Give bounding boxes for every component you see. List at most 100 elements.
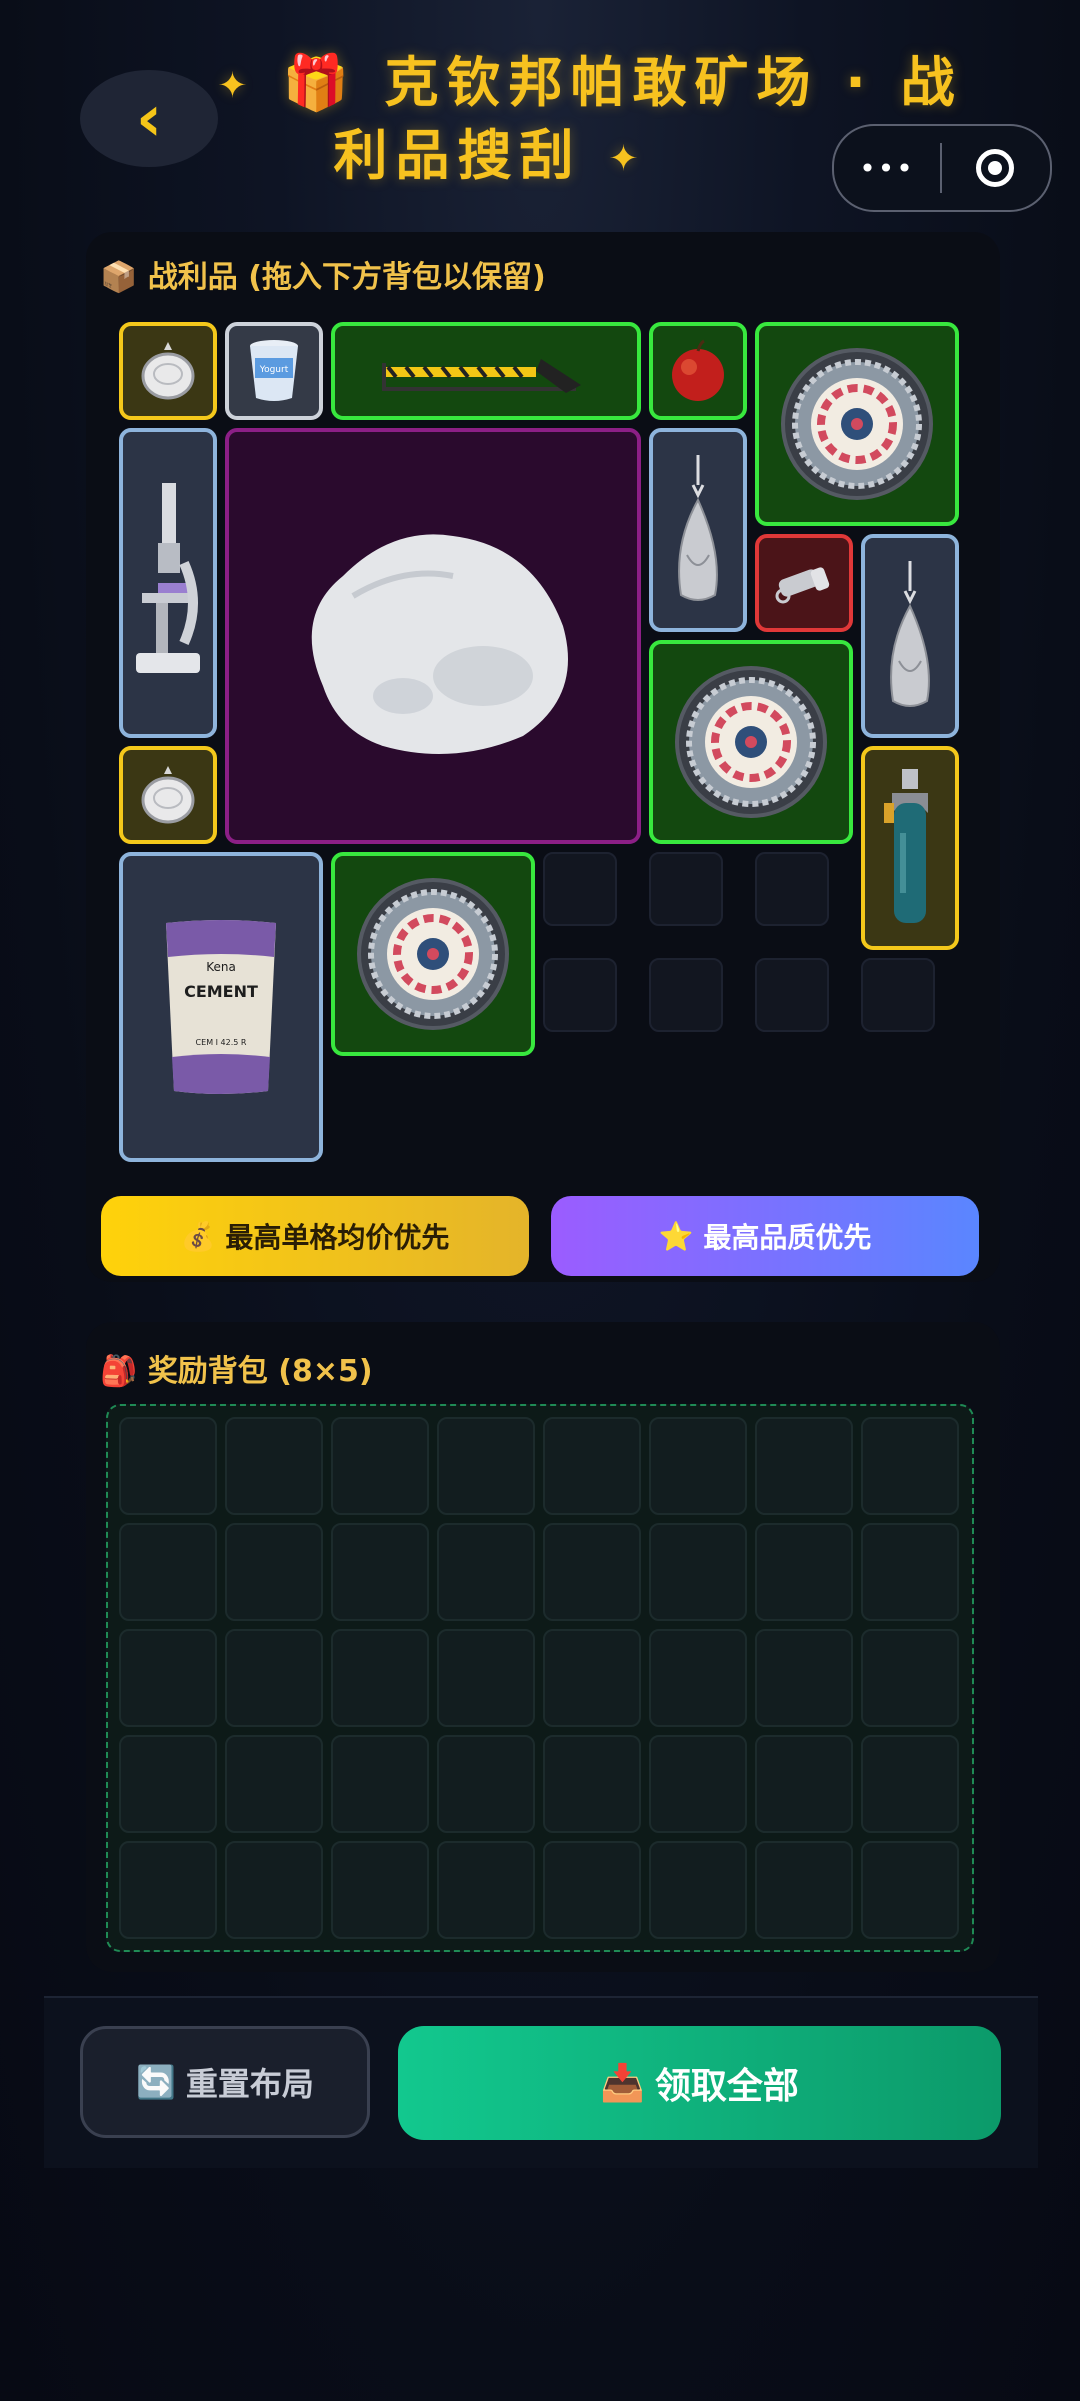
empty-cell[interactable] xyxy=(649,852,723,926)
loot-item-cement-bag[interactable]: Kena CEMENT CEM I 42.5 R xyxy=(119,852,323,1162)
backpack-slot[interactable] xyxy=(861,1735,959,1833)
sort-by-quality-button[interactable]: ⭐ 最高品质优先 xyxy=(551,1196,979,1276)
backpack-slot[interactable] xyxy=(225,1523,323,1621)
close-miniprogram-button[interactable] xyxy=(942,149,1048,187)
reset-layout-button[interactable]: 🔄 重置布局 xyxy=(80,2026,370,2138)
empty-cell[interactable] xyxy=(543,852,617,926)
empty-cell[interactable] xyxy=(649,958,723,1032)
loot-item-gas-cylinder[interactable] xyxy=(861,746,959,950)
package-icon: 📦 xyxy=(100,260,138,295)
backpack-slot[interactable] xyxy=(225,1629,323,1727)
yogurt-cup-icon: Yogurt xyxy=(250,340,298,401)
back-button[interactable]: ‹ xyxy=(80,70,218,167)
loot-item-flashlight[interactable] xyxy=(755,534,853,632)
backpack-slot[interactable] xyxy=(543,1629,641,1727)
hacksaw-icon xyxy=(382,359,581,393)
empty-cell[interactable] xyxy=(755,852,829,926)
backpack-slot[interactable] xyxy=(649,1841,747,1939)
empty-cell[interactable] xyxy=(861,958,935,1032)
loot-title-text: 战利品 (拖入下方背包以保留) xyxy=(147,260,546,295)
cement-label: CEMENT xyxy=(184,982,258,1001)
flashlight-icon xyxy=(775,567,830,604)
backpack-slot[interactable] xyxy=(225,1735,323,1833)
backpack-slot[interactable] xyxy=(331,1735,429,1833)
pocket-watch-icon xyxy=(141,342,195,400)
backpack-slot[interactable] xyxy=(119,1417,217,1515)
empty-cell[interactable] xyxy=(543,958,617,1032)
backpack-slot[interactable] xyxy=(331,1523,429,1621)
more-options-icon[interactable]: ••• xyxy=(834,152,940,185)
backpack-slot[interactable] xyxy=(861,1629,959,1727)
backpack-slot[interactable] xyxy=(543,1735,641,1833)
backpack-slot[interactable] xyxy=(861,1523,959,1621)
backpack-slot[interactable] xyxy=(119,1523,217,1621)
backpack-slot[interactable] xyxy=(437,1841,535,1939)
backpack-drop-zone[interactable] xyxy=(106,1404,974,1952)
money-bag-icon: 💰 xyxy=(180,1219,216,1253)
backpack-slot[interactable] xyxy=(649,1629,747,1727)
backpack-title-text: 奖励背包 (8×5) xyxy=(147,1354,373,1389)
backpack-slot[interactable] xyxy=(861,1417,959,1515)
sparkle-icon: ✦ xyxy=(608,138,647,180)
loot-item-decorated-plate[interactable] xyxy=(649,640,853,844)
loot-item-decorated-plate[interactable] xyxy=(755,322,959,526)
refresh-icon: 🔄 xyxy=(136,2063,176,2101)
apple-icon xyxy=(672,339,724,401)
backpack-title: 🎒 奖励背包 (8×5) xyxy=(100,1346,373,1390)
sparkle-icon: ✦ xyxy=(217,65,256,107)
sort-price-label: 最高单格均价优先 xyxy=(225,1221,450,1254)
backpack-slot[interactable] xyxy=(331,1417,429,1515)
mini-program-capsule: ••• xyxy=(832,124,1052,212)
backpack-slot[interactable] xyxy=(119,1841,217,1939)
backpack-slot[interactable] xyxy=(755,1523,853,1621)
loot-item-white-stone[interactable] xyxy=(225,428,641,844)
backpack-slot[interactable] xyxy=(755,1417,853,1515)
microscope-icon xyxy=(136,483,200,673)
backpack-slot[interactable] xyxy=(649,1417,747,1515)
loot-item-decorated-plate[interactable] xyxy=(331,852,535,1056)
loot-item-apple[interactable] xyxy=(649,322,747,420)
backpack-slot[interactable] xyxy=(543,1523,641,1621)
plate-icon xyxy=(675,666,827,818)
backpack-slot[interactable] xyxy=(543,1417,641,1515)
plate-icon xyxy=(781,348,933,500)
target-icon xyxy=(976,149,1014,187)
claim-label: 领取全部 xyxy=(654,2066,799,2107)
backpack-slot[interactable] xyxy=(543,1841,641,1939)
loot-item-yogurt[interactable]: Yogurt xyxy=(225,322,323,420)
backpack-slot[interactable] xyxy=(755,1735,853,1833)
loot-item-microscope[interactable] xyxy=(119,428,217,738)
empty-cell[interactable] xyxy=(755,958,829,1032)
loot-item-silver-pendant[interactable] xyxy=(861,534,959,738)
sort-quality-label: 最高品质优先 xyxy=(703,1221,872,1254)
backpack-slot[interactable] xyxy=(437,1523,535,1621)
cement-spec: CEM I 42.5 R xyxy=(196,1038,247,1047)
claim-all-button[interactable]: 📥 领取全部 xyxy=(398,2026,1001,2140)
backpack-slot[interactable] xyxy=(649,1523,747,1621)
loot-item-hacksaw[interactable] xyxy=(331,322,641,420)
backpack-slot[interactable] xyxy=(225,1417,323,1515)
pocket-watch-icon xyxy=(141,766,195,824)
backpack-slot[interactable] xyxy=(649,1735,747,1833)
loot-item-pocket-watch[interactable] xyxy=(119,322,217,420)
pendant-icon xyxy=(678,455,718,601)
backpack-slot[interactable] xyxy=(119,1629,217,1727)
backpack-slot[interactable] xyxy=(331,1629,429,1727)
reset-label: 重置布局 xyxy=(185,2065,314,2103)
title-line-1: 克钦邦帕敢矿场 · 战 xyxy=(384,51,963,114)
sort-by-unit-price-button[interactable]: 💰 最高单格均价优先 xyxy=(101,1196,529,1276)
backpack-slot[interactable] xyxy=(331,1841,429,1939)
backpack-slot[interactable] xyxy=(119,1735,217,1833)
backpack-slot[interactable] xyxy=(861,1841,959,1939)
loot-panel-title: 📦 战利品 (拖入下方背包以保留) xyxy=(100,252,546,296)
backpack-slot[interactable] xyxy=(755,1629,853,1727)
backpack-icon: 🎒 xyxy=(100,1354,138,1389)
backpack-slot[interactable] xyxy=(225,1841,323,1939)
backpack-slot[interactable] xyxy=(437,1417,535,1515)
loot-item-silver-pendant[interactable] xyxy=(649,428,747,632)
backpack-slot[interactable] xyxy=(755,1841,853,1939)
backpack-slot[interactable] xyxy=(437,1735,535,1833)
loot-item-pocket-watch[interactable] xyxy=(119,746,217,844)
backpack-slot[interactable] xyxy=(437,1629,535,1727)
loot-grid: Yogurt Kena CEMENT CEM I 42.5 R xyxy=(119,322,963,1166)
